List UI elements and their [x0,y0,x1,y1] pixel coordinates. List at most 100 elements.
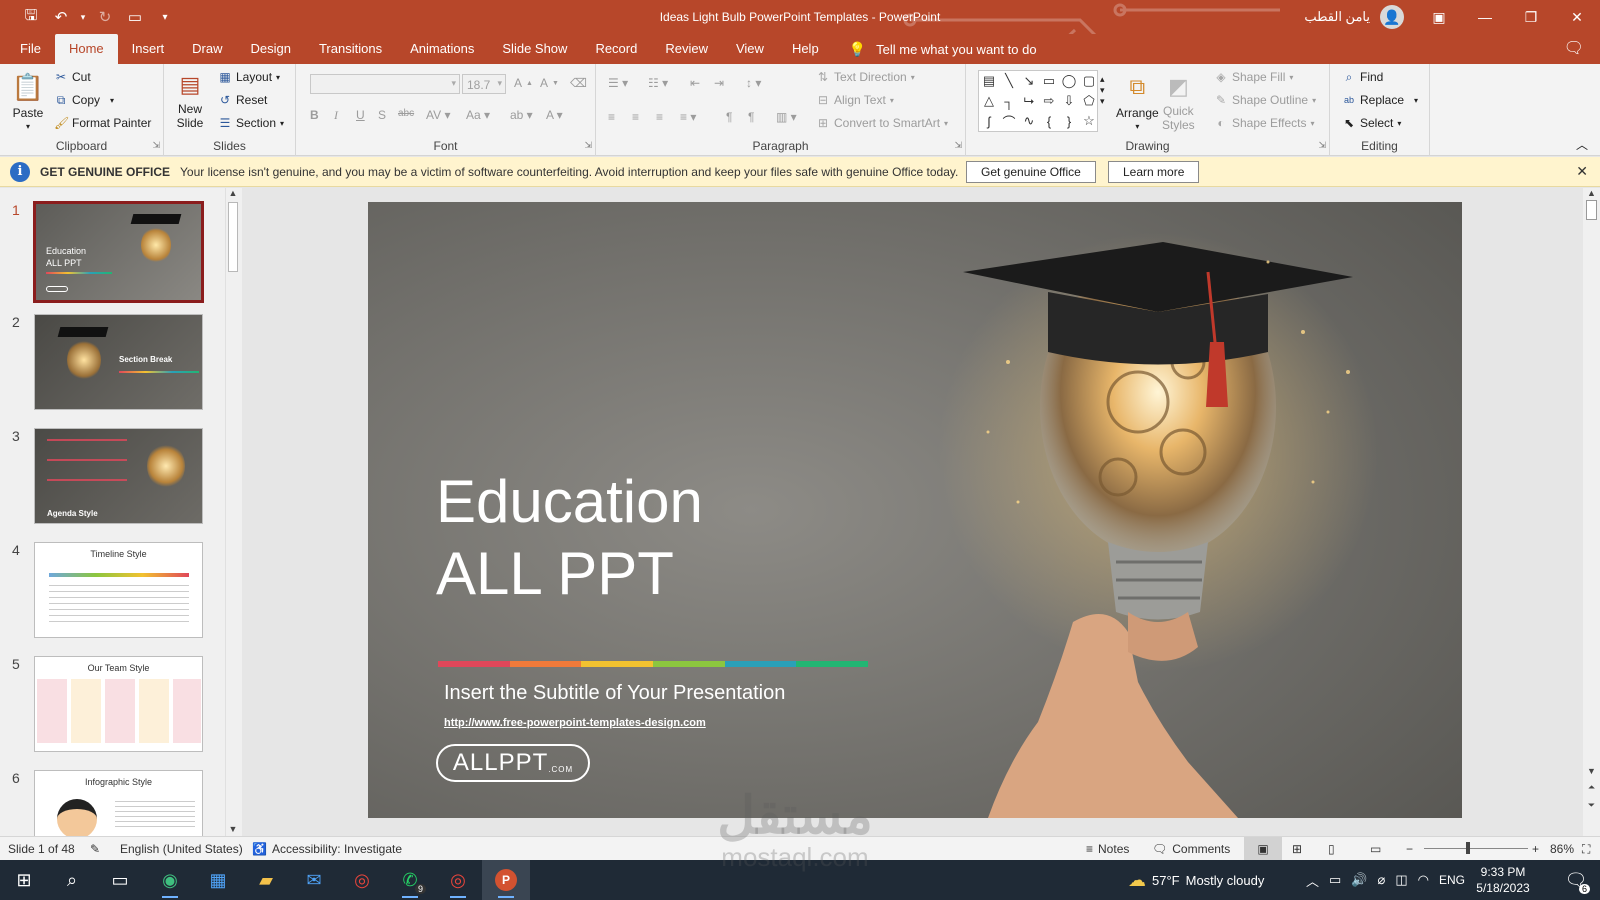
text-direction-rtl-icon[interactable]: ¶ [748,110,754,124]
character-spacing-button[interactable]: AV ▾ [426,108,450,122]
scroll-down-icon[interactable]: ▼ [226,824,240,834]
accessibility-button[interactable]: ♿ Accessibility: Investigate [252,837,402,861]
tab-record[interactable]: Record [581,34,651,64]
zoom-slider[interactable] [1424,848,1528,849]
snip-rect-shape-icon[interactable]: ⬠ [1079,91,1099,111]
layout-button[interactable]: ▦ Layout ▾ [218,70,280,84]
slide-url-link[interactable]: http://www.free-powerpoint-templates-des… [444,717,706,729]
tell-me-search[interactable]: 💡 Tell me what you want to do [833,34,1037,64]
copy-button[interactable]: ⧉ Copy ▾ [54,93,114,107]
clear-formatting-icon[interactable]: ⌫ [570,76,587,90]
learn-more-button[interactable]: Learn more [1108,161,1200,183]
text-direction-ltr-icon[interactable]: ¶ [726,110,732,124]
thumbnail-image[interactable]: Timeline Style [34,542,203,638]
align-left-button[interactable]: ≡ [608,110,615,124]
shapes-more-icon[interactable]: ▴ ▾ ▾ [1100,74,1105,107]
paste-button[interactable]: 📋 Paste ▾ [12,70,44,132]
wifi-icon[interactable]: ◠ [1418,872,1429,888]
increase-font-size-button[interactable]: A ▲ [514,76,533,90]
shape-fill-button[interactable]: ◈ Shape Fill ▾ [1214,70,1293,84]
comments-icon[interactable]: 🗨 [1564,38,1584,58]
zoom-out-icon[interactable]: − [1406,837,1413,861]
shapes-gallery[interactable]: ▤ ╲ ↘ ▭ ◯ ▢ △ ┐ ⮡ ⇨ ⇩ ⬠ ʃ ⌒ ∿ { } ☆ [978,70,1098,132]
scroll-up-icon[interactable]: ▲ [1583,188,1600,198]
tab-animations[interactable]: Animations [396,34,488,64]
decrease-font-size-button[interactable]: A ▼ [540,76,559,90]
comments-button[interactable]: 🗨 Comments [1152,837,1230,861]
textbox-shape-icon[interactable]: ▤ [979,71,999,91]
customize-qat-icon[interactable]: ▾ [152,5,178,29]
thumbnail-image[interactable]: Education ALL PPT [33,201,204,303]
thumbnail-image[interactable]: Infographic Style [34,770,203,836]
replace-button[interactable]: ab Replace ▾ [1342,93,1418,107]
task-view-icon[interactable]: ▭ [96,860,144,900]
align-text-button[interactable]: ⊟ Align Text ▾ [816,93,894,107]
tab-review[interactable]: Review [651,34,722,64]
new-slide-button[interactable]: ▤ New Slide [174,68,206,130]
chrome-profile-icon[interactable]: ◎ [434,860,482,900]
elbow-connector-shape-icon[interactable]: ┐ [999,91,1019,111]
camera-icon[interactable]: ◫ [1395,872,1407,888]
tab-transitions[interactable]: Transitions [305,34,396,64]
undo-icon[interactable]: ↶ [48,5,74,29]
scroll-down-icon[interactable]: ▼ [1583,766,1600,776]
justify-button[interactable]: ≡ ▾ [680,110,696,124]
underline-button[interactable]: U [356,108,365,122]
tab-help[interactable]: Help [778,34,833,64]
minimize-icon[interactable]: — [1462,0,1508,34]
edge-icon[interactable]: ◉ [146,860,194,900]
line-spacing-button[interactable]: ↕ ▾ [746,76,761,90]
redo-icon[interactable]: ↻ [92,5,118,29]
section-button[interactable]: ☰ Section ▾ [218,116,284,130]
whatsapp-icon[interactable]: ✆ 9 [386,860,434,900]
tab-draw[interactable]: Draw [178,34,236,64]
left-brace-shape-icon[interactable]: { [1039,111,1059,131]
notes-button[interactable]: ≡ Notes [1086,837,1129,861]
ribbon-display-options-icon[interactable]: ▣ [1416,0,1462,34]
slide-title[interactable]: Education ALL PPT [436,466,703,610]
font-color-button[interactable]: A ▾ [546,108,563,122]
font-launcher-icon[interactable]: ⇲ [584,140,592,151]
file-explorer-icon[interactable]: ▰ [242,860,290,900]
highlight-button[interactable]: ab ▾ [510,108,533,122]
right-arrow-shape-icon[interactable]: ⇨ [1039,91,1059,111]
scrollbar-thumb[interactable] [228,202,238,272]
start-from-beginning-icon[interactable]: ▭ [122,5,148,29]
text-shadow-button[interactable]: S [378,108,386,122]
columns-button[interactable]: ▥ ▾ [776,110,797,124]
increase-indent-button[interactable]: ⇥ [714,76,724,90]
volume-icon[interactable]: 🔊 [1351,872,1367,888]
arc-shape-icon[interactable]: ⌒ [999,111,1019,131]
slide-scrollbar[interactable]: ▲ ▼ ⏶ ⏷ [1583,188,1600,836]
slide-sorter-icon[interactable]: ⊞ [1292,837,1302,861]
zoom-level[interactable]: 86% [1550,837,1574,861]
normal-view-icon[interactable]: ▣ [1244,837,1282,861]
numbering-button[interactable]: ☷ ▾ [648,76,668,90]
clipboard-launcher-icon[interactable]: ⇲ [152,140,160,151]
spell-check-icon[interactable]: ✎ [90,837,100,861]
cut-button[interactable]: ✂ Cut [54,70,91,84]
curve-shape-icon[interactable]: ∿ [1019,111,1039,131]
zoom-slider-handle[interactable] [1466,842,1470,854]
text-direction-button[interactable]: ⇅ Text Direction ▾ [816,70,915,84]
save-icon[interactable]: 🖫 [18,5,44,29]
show-hidden-icons-icon[interactable]: ︿ [1306,871,1319,890]
scroll-up-icon[interactable]: ▲ [226,188,240,198]
language-indicator[interactable]: English (United States) [120,837,243,861]
quick-styles-button[interactable]: ◩ Quick Styles [1162,70,1195,132]
collapse-ribbon-icon[interactable]: ︿ [1576,136,1588,153]
thumbnails-scrollbar[interactable]: ▲ ▼ [225,188,239,836]
avatar[interactable]: 👤 [1380,5,1404,29]
get-genuine-office-button[interactable]: Get genuine Office [966,161,1096,183]
drawing-launcher-icon[interactable]: ⇲ [1318,140,1326,151]
elbow-arrow-shape-icon[interactable]: ⮡ [1019,91,1039,111]
strikethrough-button[interactable]: abc [398,108,414,119]
microsoft-store-icon[interactable]: ▦ [194,860,242,900]
zoom-in-icon[interactable]: + [1532,837,1539,861]
right-brace-shape-icon[interactable]: } [1059,111,1079,131]
close-icon[interactable]: ✕ [1554,0,1600,34]
italic-button[interactable]: I [334,108,338,123]
mic-muted-icon[interactable]: ⌀ [1378,872,1386,888]
tab-insert[interactable]: Insert [118,34,179,64]
mail-icon[interactable]: ✉ [290,860,338,900]
